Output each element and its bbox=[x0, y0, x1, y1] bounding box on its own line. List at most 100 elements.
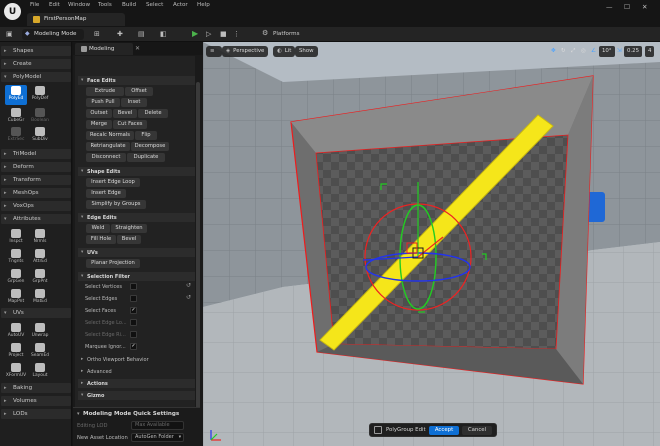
step-icon[interactable]: ▷ bbox=[206, 30, 211, 38]
save-icon[interactable]: ▣ bbox=[6, 30, 13, 38]
camera-speed-value[interactable]: 4 bbox=[645, 46, 655, 57]
rotate-icon[interactable]: ↻ bbox=[561, 46, 566, 57]
select-edge-rings-checkbox[interactable] bbox=[130, 331, 137, 338]
tool-nrmls[interactable]: Nrmls bbox=[29, 228, 51, 248]
outset-button[interactable]: Outset bbox=[86, 109, 112, 118]
retriangulate-button[interactable]: Retriangulate bbox=[86, 142, 130, 151]
recalc-normals-button[interactable]: Recalc Normals bbox=[86, 131, 134, 140]
tool-subdiv[interactable]: SubDiv bbox=[29, 126, 51, 146]
select-vertices-checkbox[interactable] bbox=[130, 283, 137, 290]
marquee-ignore-checkbox[interactable]: ✓ bbox=[130, 343, 137, 350]
menu-file[interactable]: File bbox=[30, 2, 39, 8]
maximize-icon[interactable]: ☐ bbox=[624, 3, 630, 11]
tool-xformuv[interactable]: XFormUV bbox=[5, 362, 27, 382]
section-edge-edits[interactable]: ▾ Edge Edits bbox=[78, 213, 195, 222]
close-tab-icon[interactable]: ✕ bbox=[135, 45, 140, 52]
select-faces-checkbox[interactable]: ✓ bbox=[130, 307, 137, 314]
category-voxops[interactable]: ▸ VoxOps bbox=[1, 201, 71, 211]
add-actor-icon[interactable]: ✚ bbox=[117, 30, 123, 38]
perspective-button[interactable]: ◈ Perspective bbox=[222, 46, 269, 57]
section-shape-edits[interactable]: ▾ Shape Edits bbox=[78, 167, 195, 176]
section-uvs[interactable]: ▾ UVs bbox=[78, 248, 195, 257]
insert-edge-loop-button[interactable]: Insert Edge Loop bbox=[86, 178, 140, 187]
tool-grpgen[interactable]: GrpGen bbox=[5, 268, 27, 288]
angle-snap-icon[interactable]: ∠ bbox=[591, 46, 596, 57]
world-icon[interactable]: ◎ bbox=[581, 46, 586, 57]
flip-button[interactable]: Flip bbox=[135, 131, 157, 140]
menu-build[interactable]: Build bbox=[122, 2, 136, 8]
section-advanced[interactable]: ▸ Advanced bbox=[78, 367, 195, 376]
tool-tngnts[interactable]: Tngnts bbox=[5, 248, 27, 268]
category-transform[interactable]: ▸ Transform bbox=[1, 175, 71, 185]
select-mode-icon[interactable]: ⊞ bbox=[94, 30, 100, 38]
tool-autouv[interactable]: AutoUV bbox=[5, 322, 27, 342]
editing-lod-dropdown[interactable]: Max Available bbox=[131, 421, 184, 430]
section-gizmo[interactable]: ▾ Gizmo bbox=[78, 391, 195, 400]
category-trimodel[interactable]: ▸ TriModel bbox=[1, 149, 71, 159]
mode-selector[interactable]: ◆ Modeling Mode bbox=[22, 29, 84, 40]
edge-bevel-button[interactable]: Bevel bbox=[117, 235, 141, 244]
section-face-edits[interactable]: ▾ Face Edits bbox=[78, 76, 195, 85]
section-selection-filter[interactable]: ▾ Selection Filter bbox=[78, 272, 195, 281]
tool-attred[interactable]: AttrEd bbox=[29, 248, 51, 268]
extrude-button[interactable]: Extrude bbox=[86, 87, 124, 96]
level-viewport[interactable]: ≡ ◈ Perspective ◐ Lit Show ✥ ↻ ⤢ ◎ ∠ 10° ⇲… bbox=[203, 42, 660, 446]
tool-project[interactable]: Project bbox=[5, 342, 27, 362]
decompose-button[interactable]: Decompose bbox=[131, 142, 169, 151]
tool-unwrap[interactable]: Unwrap bbox=[29, 322, 51, 342]
offset-button[interactable]: Offset bbox=[125, 87, 153, 96]
stop-icon[interactable]: ■ bbox=[220, 30, 227, 38]
blueprint-icon[interactable]: ▤ bbox=[138, 30, 145, 38]
platforms-button[interactable]: ⚙ Platforms bbox=[262, 29, 314, 40]
cut-faces-button[interactable]: Cut Faces bbox=[113, 120, 147, 129]
straighten-button[interactable]: Straighten bbox=[111, 224, 147, 233]
show-button[interactable]: Show bbox=[295, 46, 318, 57]
inset-button[interactable]: Inset bbox=[121, 98, 147, 107]
bevel-button[interactable]: Bevel bbox=[113, 109, 137, 118]
minimize-icon[interactable]: — bbox=[606, 3, 613, 11]
scale-icon[interactable]: ⤢ bbox=[571, 46, 575, 57]
category-deform[interactable]: ▸ Deform bbox=[1, 162, 71, 172]
viewport-options-button[interactable]: ≡ bbox=[206, 46, 222, 57]
disconnect-button[interactable]: Disconnect bbox=[86, 153, 126, 162]
tool-boolean[interactable]: Boolean bbox=[29, 107, 51, 127]
reset-icon[interactable]: ↺ bbox=[186, 282, 191, 289]
section-actions[interactable]: ▸ Actions bbox=[78, 379, 195, 388]
details-scrollbar[interactable] bbox=[196, 82, 200, 422]
cancel-button[interactable]: Cancel bbox=[462, 426, 492, 435]
tool-inspct[interactable]: Inspct bbox=[5, 228, 27, 248]
tool-polydef[interactable]: PolyDef bbox=[29, 85, 51, 105]
lit-button[interactable]: ◐ Lit bbox=[273, 46, 296, 57]
scale-snap-icon[interactable]: ⇲ bbox=[617, 46, 622, 57]
category-uvs[interactable]: ▾ UVs bbox=[1, 308, 71, 318]
expand-arrow-icon[interactable]: ▾ bbox=[77, 411, 80, 417]
weld-button[interactable]: Weld bbox=[86, 224, 110, 233]
fill-hole-button[interactable]: Fill Hole bbox=[86, 235, 116, 244]
tool-layout[interactable]: Layout bbox=[29, 362, 51, 382]
tool-cubegr[interactable]: CubeGr bbox=[5, 107, 27, 127]
category-meshops[interactable]: ▸ MeshOps bbox=[1, 188, 71, 198]
scale-snap-value[interactable]: 0.25 bbox=[624, 46, 643, 57]
play-options-icon[interactable]: ⋮ bbox=[233, 30, 240, 38]
menu-window[interactable]: Window bbox=[68, 2, 90, 8]
select-edge-loops-checkbox[interactable] bbox=[130, 319, 137, 326]
category-create[interactable]: ▸ Create bbox=[1, 59, 71, 69]
category-shapes[interactable]: ▸ Shapes bbox=[1, 46, 71, 56]
reset-icon[interactable]: ↺ bbox=[186, 294, 191, 301]
simplify-by-groups-button[interactable]: Simplify by Groups bbox=[86, 200, 146, 209]
category-volumes[interactable]: ▸ Volumes bbox=[1, 396, 71, 406]
tool-extrsec[interactable]: ExtrSec bbox=[5, 126, 27, 146]
menu-edit[interactable]: Edit bbox=[49, 2, 60, 8]
translate-icon[interactable]: ✥ bbox=[551, 46, 556, 57]
menu-help[interactable]: Help bbox=[197, 2, 210, 8]
document-tab[interactable]: FirstPersonMap bbox=[27, 13, 125, 26]
merge-button[interactable]: Merge bbox=[86, 120, 112, 129]
tool-polyed[interactable]: PolyEd bbox=[5, 85, 27, 105]
delete-button[interactable]: Delete bbox=[138, 109, 168, 118]
menu-actor[interactable]: Actor bbox=[173, 2, 188, 8]
cinematics-icon[interactable]: ◧ bbox=[160, 30, 167, 38]
tool-mated[interactable]: MatEd bbox=[29, 288, 51, 308]
menu-tools[interactable]: Tools bbox=[98, 2, 112, 8]
tool-grppnt[interactable]: GrpPnt bbox=[29, 268, 51, 288]
accept-button[interactable]: Accept bbox=[429, 426, 459, 435]
